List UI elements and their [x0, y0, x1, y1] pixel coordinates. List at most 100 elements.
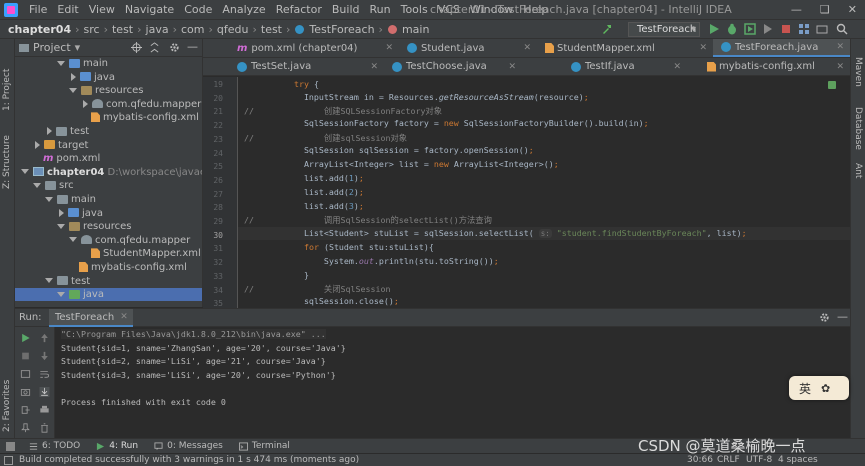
expanded-arrow-icon[interactable] — [57, 223, 65, 229]
close-tab-icon[interactable]: ✕ — [385, 43, 393, 53]
tree-item[interactable]: mybatis-config.xml — [15, 261, 202, 274]
tool-tab-run[interactable]: 4: Run — [96, 441, 138, 451]
chevron-down-icon[interactable]: ▾ — [75, 41, 81, 54]
breadcrumb-testforeach[interactable]: TestForeach — [307, 23, 376, 36]
tab-testset-java[interactable]: TestSet.java ✕ — [229, 58, 384, 75]
hide-panel-icon[interactable]: — — [187, 40, 198, 53]
run-configuration-select[interactable]: TestForeach ▾ — [628, 22, 700, 37]
tree-item[interactable]: main — [15, 57, 202, 70]
tab-testforeach-java[interactable]: TestForeach.java ✕ — [713, 39, 850, 57]
print-icon[interactable] — [39, 405, 50, 415]
menu-refactor[interactable]: Refactor — [271, 0, 327, 19]
menu-analyze[interactable]: Analyze — [217, 0, 270, 19]
close-tab-icon[interactable]: ✕ — [508, 62, 516, 72]
tree-item[interactable]: StudentMapper.xml — [15, 247, 202, 260]
tree-item[interactable]: java — [15, 71, 202, 84]
breadcrumb-com[interactable]: com — [179, 23, 207, 36]
tree-item[interactable]: com.qfedu.mapper — [15, 234, 202, 247]
collapsed-arrow-icon[interactable] — [35, 140, 40, 149]
stop-icon[interactable] — [780, 23, 792, 35]
locate-target-icon[interactable] — [131, 42, 142, 53]
debug-icon[interactable] — [726, 23, 738, 35]
scroll-to-end-icon[interactable] — [39, 387, 50, 397]
breadcrumb-test-pkg[interactable]: test — [259, 23, 284, 36]
tree-item[interactable]: com.qfedu.mapper — [15, 98, 202, 111]
expanded-arrow-icon[interactable] — [69, 237, 77, 243]
breadcrumb-chapter04[interactable]: chapter04 — [6, 23, 73, 36]
collapsed-arrow-icon[interactable] — [71, 72, 76, 81]
menu-navigate[interactable]: Navigate — [120, 0, 179, 19]
caret-position[interactable]: 30:66 — [687, 455, 713, 465]
inspection-ok-icon[interactable] — [828, 81, 836, 89]
close-tab-icon[interactable]: ✕ — [673, 62, 681, 72]
soft-wrap-icon[interactable] — [39, 369, 50, 379]
menu-build[interactable]: Build — [327, 0, 365, 19]
tree-item[interactable]: resources — [15, 84, 202, 97]
expanded-arrow-icon[interactable] — [21, 169, 29, 175]
gear-icon[interactable] — [169, 42, 180, 53]
run-tab-testforeach[interactable]: TestForeach ✕ — [49, 309, 133, 327]
collapsed-arrow-icon[interactable] — [59, 208, 64, 217]
coverage-icon[interactable] — [744, 23, 756, 35]
tree-item[interactable]: test — [15, 125, 202, 138]
tool-window-ant[interactable]: Ant — [853, 163, 863, 178]
camera-icon[interactable] — [20, 387, 31, 397]
profile-icon[interactable] — [762, 23, 774, 35]
collapse-all-icon[interactable] — [149, 42, 160, 53]
sdk-icon[interactable] — [816, 23, 828, 35]
minimize-icon[interactable]: — — [791, 0, 802, 19]
tree-item[interactable]: src — [15, 179, 202, 192]
tree-item[interactable]: target — [15, 139, 202, 152]
tree-item[interactable]: m pom.xml — [15, 152, 202, 165]
close-icon[interactable]: ✕ — [848, 0, 857, 19]
tree-item[interactable]: mybatis-config.xml — [15, 111, 202, 124]
close-tab-icon[interactable]: ✕ — [523, 43, 531, 53]
breadcrumb-java[interactable]: java — [144, 23, 171, 36]
tool-window-structure[interactable]: Z: Structure — [2, 135, 12, 189]
delete-icon[interactable] — [39, 423, 50, 433]
collapsed-arrow-icon[interactable] — [83, 99, 88, 108]
tab-student-java[interactable]: Student.java ✕ — [399, 39, 537, 57]
close-tab-icon[interactable]: ✕ — [836, 62, 844, 72]
run-icon[interactable] — [708, 23, 720, 35]
tool-tab-messages[interactable]: 0: Messages — [154, 441, 223, 451]
expanded-arrow-icon[interactable] — [45, 196, 53, 202]
project-view-selector[interactable]: Project — [33, 41, 71, 54]
line-separator[interactable]: CRLF — [717, 455, 740, 465]
expanded-arrow-icon[interactable] — [57, 60, 65, 66]
pin-icon[interactable] — [20, 423, 31, 433]
menu-view[interactable]: View — [84, 0, 120, 19]
tool-tab-todo[interactable]: 6: TODO — [29, 441, 80, 451]
tab-testif-java[interactable]: TestIf.java ✕ — [563, 58, 687, 75]
build-hammer-icon[interactable] — [601, 23, 613, 35]
expanded-arrow-icon[interactable] — [33, 182, 41, 188]
breadcrumb-main[interactable]: main — [400, 23, 431, 36]
expanded-arrow-icon[interactable] — [57, 291, 65, 297]
tree-item[interactable]: main — [15, 193, 202, 206]
close-tab-icon[interactable]: ✕ — [836, 42, 844, 52]
search-everywhere-icon[interactable] — [836, 23, 848, 35]
breadcrumb-qfedu[interactable]: qfedu — [215, 23, 251, 36]
menu-edit[interactable]: Edit — [52, 0, 83, 19]
rerun-icon[interactable] — [20, 333, 31, 343]
expanded-arrow-icon[interactable] — [45, 278, 53, 284]
close-tab-icon[interactable]: ✕ — [370, 62, 378, 72]
gear-icon[interactable] — [819, 312, 830, 323]
tree-item[interactable]: chapter04 D:\workspace\javaee\chapter — [15, 166, 202, 179]
status-icon[interactable] — [4, 455, 13, 465]
tool-window-project[interactable]: 1: Project — [2, 69, 12, 111]
tab-pom-xml[interactable]: m pom.xml (chapter04) ✕ — [229, 39, 399, 57]
close-tab-icon[interactable]: ✕ — [120, 312, 128, 322]
tool-window-favorites[interactable]: 2: Favorites — [2, 380, 12, 432]
down-arrow-icon[interactable] — [39, 351, 50, 361]
tree-item[interactable]: test — [15, 275, 202, 288]
tool-window-database[interactable]: Database — [853, 107, 863, 150]
expanded-arrow-icon[interactable] — [69, 87, 77, 93]
menu-tools[interactable]: Tools — [396, 0, 433, 19]
project-structure-icon[interactable] — [798, 23, 810, 35]
breadcrumb-src[interactable]: src — [82, 23, 102, 36]
exit-icon[interactable] — [20, 405, 31, 415]
tree-item[interactable]: java — [15, 207, 202, 220]
ime-indicator[interactable]: 英 ✿ — [789, 376, 849, 400]
indent-setting[interactable]: 4 spaces — [778, 455, 818, 465]
